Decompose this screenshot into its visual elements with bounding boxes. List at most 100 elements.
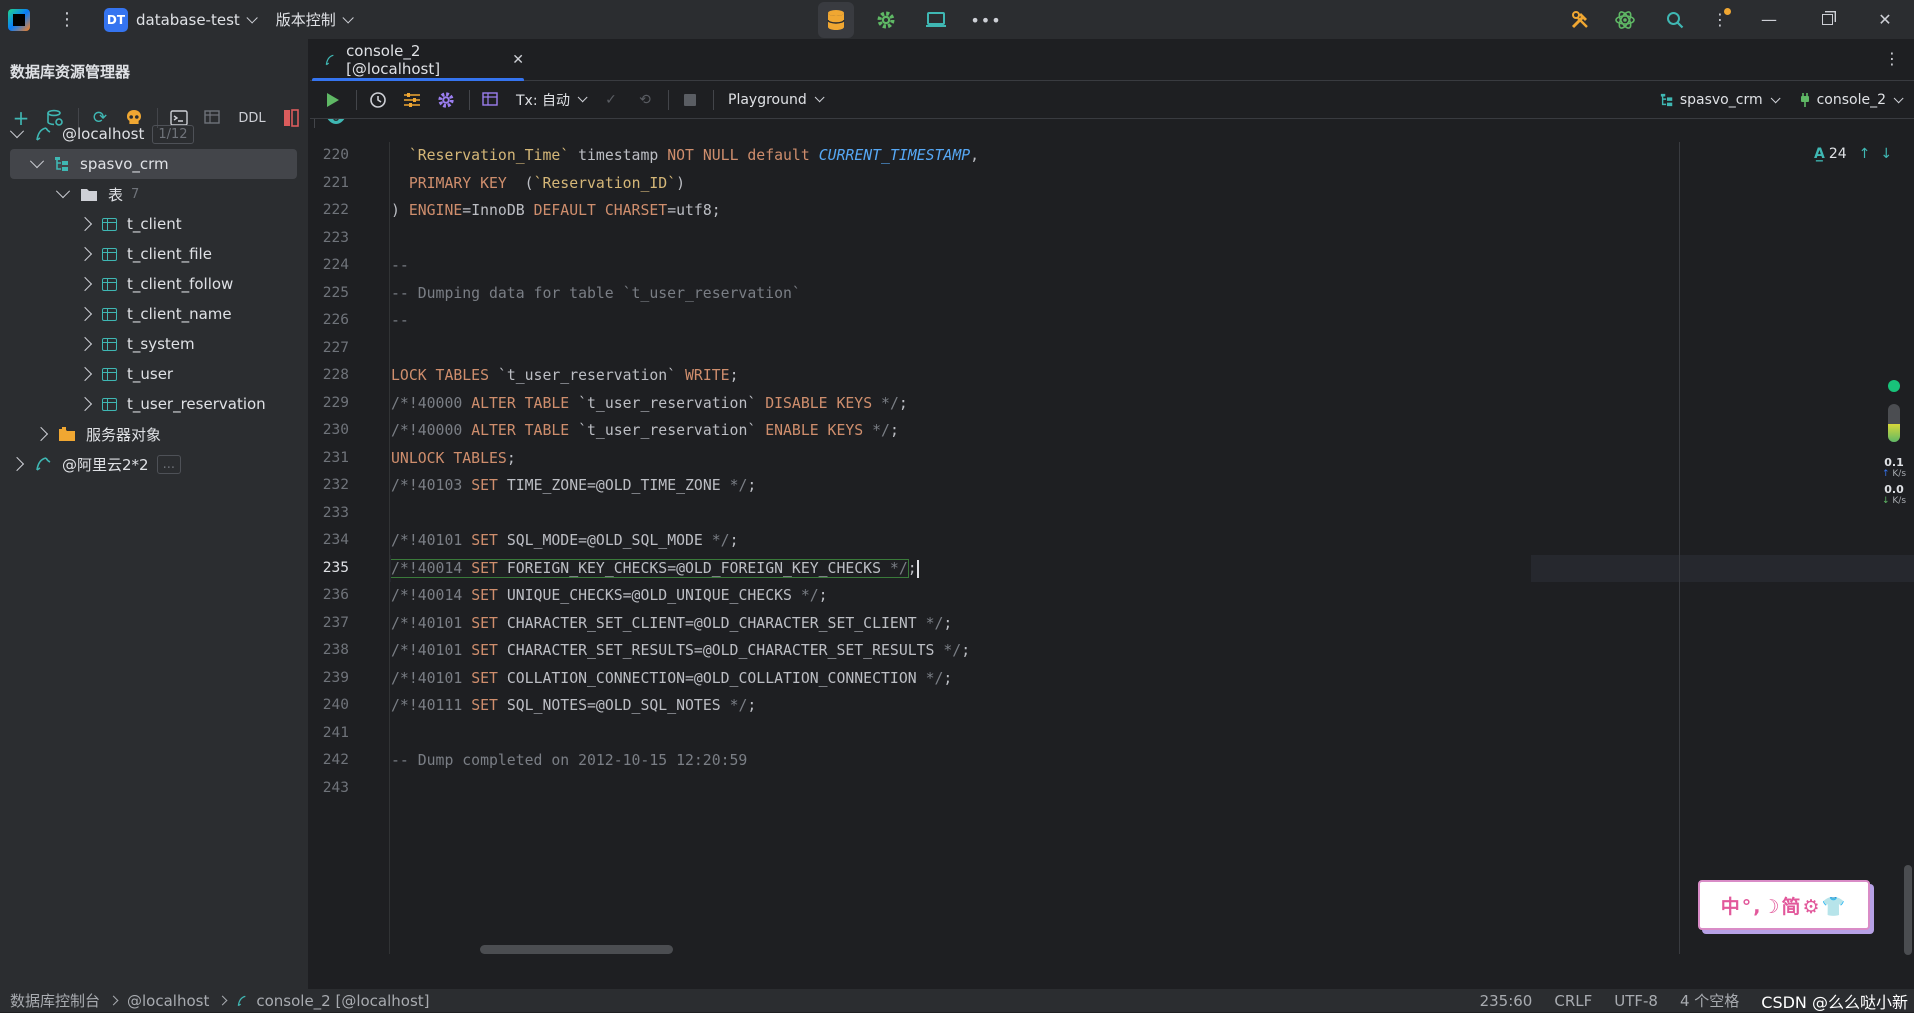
arrow-up-icon[interactable]: ↑ [1859,146,1871,162]
chevron-right-icon[interactable] [77,366,93,382]
line-number: 234 [322,532,349,548]
code-line: /*!40103 SET TIME_ZONE=@OLD_TIME_ZONE */… [391,477,757,494]
code-line: ) ENGINE=InnoDB DEFAULT CHARSET=utf8; [391,202,721,219]
chevron-down-icon [814,92,825,103]
more-actions-button[interactable]: ••• [968,2,1004,38]
file-encoding[interactable]: UTF-8 [1614,992,1658,1010]
tree-node-table[interactable]: t_client_follow [0,269,309,299]
chevron-right-icon[interactable] [33,426,49,442]
indent-setting[interactable]: 4 个空格 [1680,990,1739,1011]
chevron-right-icon[interactable] [77,336,93,352]
vcs-menu[interactable]: 版本控制 [276,9,354,30]
restore-button[interactable] [1798,0,1856,39]
tree-node-table[interactable]: t_user [0,359,309,389]
tree-node-schema-spasvo-crm[interactable]: spasvo_crm [10,149,297,179]
tree-node-table[interactable]: t_client_file [0,239,309,269]
explain-plan-button[interactable] [399,87,425,113]
sql-editor[interactable]: `Reservation_Time` timestamp NOT NULL de… [391,142,1531,954]
hammer-wrench-icon [1571,10,1588,28]
tree-node-table[interactable]: t_client [0,209,309,239]
line-number: 230 [322,422,349,438]
line-number: 222 [322,202,349,218]
notifications-menu[interactable]: ⋮ [1700,0,1740,39]
inspection-widget[interactable]: A̲ 24 ↑ ↓ [1814,146,1892,162]
mysql-datasource-icon [36,457,51,471]
database-explorer-panel: 数据库资源管理器 + ⟳ DDL @localhost 1/12 spasvo_… [0,39,345,989]
breadcrumb-item[interactable]: console_2 [@localhost] [256,992,429,1010]
atom-icon [1615,10,1635,29]
line-number: 227 [322,339,349,356]
project-selector[interactable]: DT database-test [104,7,258,32]
output-layout-button[interactable] [478,87,504,113]
play-icon [327,92,339,107]
line-number: 220 [322,147,349,163]
settings-button[interactable] [433,87,459,113]
execute-button[interactable] [320,87,346,113]
tree-node-remote-host[interactable]: @阿里云2*2 ... [0,449,309,479]
settings-button[interactable] [868,2,904,38]
chevron-right-icon[interactable] [77,396,93,412]
toolbar-divider [713,89,715,110]
horizontal-scrollbar[interactable] [480,945,673,954]
caret-position[interactable]: 235:60 [1480,992,1533,1010]
plug-icon [1800,93,1809,107]
tree-node-table[interactable]: t_user_reservation [0,389,309,419]
node-count-badge: ... [156,454,181,474]
line-number: 223 [322,229,349,246]
history-button[interactable] [365,87,391,113]
tree-node-label: 表 [108,185,124,204]
chevron-right-icon[interactable] [77,306,93,322]
breadcrumb-item[interactable]: 数据库控制台 [10,990,100,1011]
line-number: 235 [322,559,349,576]
rollback-button[interactable]: ⟲ [632,87,658,113]
arrow-down-icon[interactable]: ↓ [1880,146,1892,162]
close-tab-icon[interactable]: ✕ [512,52,524,68]
playground-mode-label: Playground [728,91,807,108]
tree-node-table[interactable]: t_client_name [0,299,309,329]
line-number: 228 [322,367,349,383]
network-monitor: 0.1 ↑ K/s 0.0 ↓ K/s [1878,380,1910,540]
search-button[interactable] [1650,0,1700,39]
stop-button[interactable] [677,87,703,113]
schema-icon [55,157,68,171]
chevron-down-icon[interactable] [9,124,25,139]
database-icon [827,10,845,30]
chevron-down-icon [342,11,354,24]
schema-selector[interactable]: spasvo_crm [1660,92,1781,108]
chevron-right-icon[interactable] [77,216,93,232]
playground-mode-dropdown[interactable]: Playground [728,91,825,108]
chevron-right-icon[interactable] [9,456,25,472]
minimize-button[interactable]: — [1740,0,1798,39]
breadcrumb-item[interactable]: @localhost [127,992,209,1010]
tab-options-kebab-icon[interactable]: ⋮ [1884,49,1900,68]
vertical-scrollbar[interactable] [1904,865,1912,955]
tree-node-server-objects[interactable]: 服务器对象 [0,419,309,449]
main-menu-icon[interactable]: ⋮ [52,9,82,30]
line-number: 236 [322,587,349,603]
session-selector[interactable]: console_2 [1799,92,1904,108]
chevron-right-icon[interactable] [77,246,93,262]
chevron-down-icon[interactable] [29,154,45,169]
commit-button[interactable]: ✓ [598,87,624,113]
database-tool-button[interactable] [818,2,854,38]
chevron-right-icon[interactable] [77,276,93,292]
tree-node-localhost[interactable]: @localhost 1/12 [0,119,309,149]
line-ending[interactable]: CRLF [1554,992,1592,1010]
terminal-button[interactable] [918,2,954,38]
transaction-mode-dropdown[interactable]: Tx: 自动 [516,90,588,110]
datagrip-logo-icon[interactable] [8,8,30,31]
search-icon [1667,11,1684,28]
status-bar: 数据库控制台 @localhost console_2 [@localhost]… [0,989,1914,1012]
ime-toolbar[interactable]: 中°,☽简⚙👕 [1698,880,1870,930]
build-tools-button[interactable] [1560,0,1600,39]
tab-console-2[interactable]: console_2 [@localhost] ✕ [310,39,524,82]
mysql-datasource-icon [36,127,51,141]
chevron-right-icon [217,995,228,1006]
table-icon [102,277,117,291]
tree-node-table[interactable]: t_system [0,329,309,359]
stop-icon [684,93,697,106]
chevron-down-icon[interactable] [55,184,71,199]
tree-node-tables-folder[interactable]: 表 7 [0,179,309,209]
ai-assistant-button[interactable] [1600,0,1650,39]
close-button[interactable]: ✕ [1856,0,1914,39]
